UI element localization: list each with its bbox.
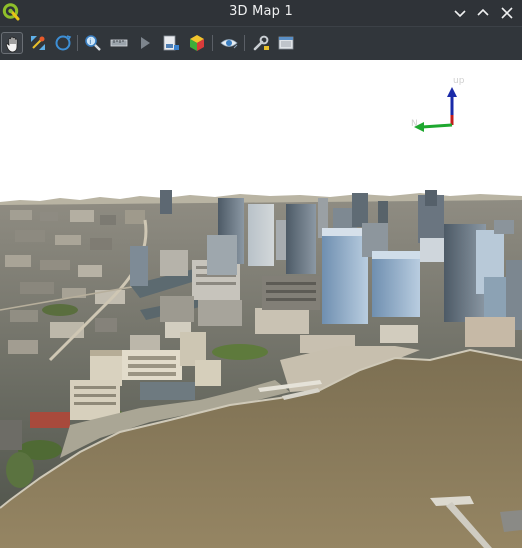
zoom-full-icon[interactable] [27,32,49,54]
eye-icon[interactable] [218,32,240,54]
identify-icon[interactable]: i [82,32,104,54]
toolbar-separator [77,35,78,51]
chevron-down-icon[interactable] [450,3,470,23]
city-scene: up N [0,60,522,548]
dock-window-icon[interactable] [275,32,297,54]
toolbar: i [0,26,522,61]
rotate-icon[interactable] [52,32,74,54]
ruler-icon[interactable] [108,32,130,54]
export-icon[interactable] [160,32,182,54]
toolbar-separator [244,35,245,51]
close-icon[interactable] [497,3,517,23]
window-title: 3D Map 1 [229,4,293,19]
title-bar: 3D Map 1 [0,0,522,26]
toolbar-separator [212,35,213,51]
cube-icon[interactable] [186,32,208,54]
hand-icon[interactable] [1,32,23,54]
axis-up-label: up [453,76,465,86]
axis-north-label: N [411,119,418,129]
map-3d-canvas[interactable]: up N [0,60,522,548]
chevron-up-icon[interactable] [473,3,493,23]
wrench-icon[interactable] [250,32,272,54]
play-icon[interactable] [134,32,156,54]
svg-text:i: i [89,38,91,46]
